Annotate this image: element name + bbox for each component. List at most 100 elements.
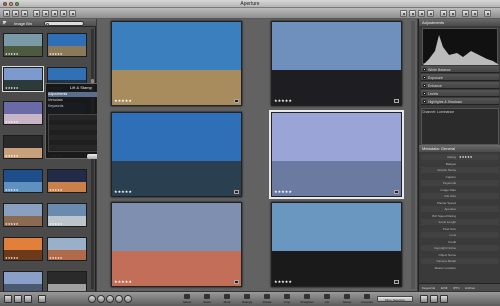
tool-label: Straighten (300, 300, 314, 304)
select-icon (184, 294, 190, 299)
stamp-button[interactable] (430, 295, 438, 303)
slideshow-icon[interactable] (69, 10, 76, 17)
inspector-tabs: Keywords EXIF IPTC Archive (419, 283, 500, 291)
view-mode-button[interactable] (38, 295, 46, 303)
adjust-icon[interactable] (418, 10, 425, 17)
thumbnail[interactable]: ★★★★★ (47, 203, 87, 227)
checkbox-icon[interactable] (423, 84, 426, 87)
tool-label: Mark (223, 300, 231, 304)
thumbnail-rating: ★★★★★ (5, 256, 19, 260)
settings-icon[interactable] (484, 10, 491, 17)
metadata-label: Keywords (442, 181, 456, 185)
image-rating: ★★★★★ (114, 279, 132, 284)
checkbox-icon[interactable] (423, 100, 426, 103)
thumbnail-rating: ★★★★★ (49, 188, 63, 192)
thumbnail[interactable]: ★★★★★ (3, 237, 43, 261)
adjustment-row[interactable]: Enhance (421, 82, 499, 89)
rotate-right-button[interactable] (124, 295, 132, 303)
web-gallery-icon[interactable] (51, 10, 58, 17)
mark-icon (224, 294, 230, 299)
adjustment-row[interactable]: White Balance (421, 66, 499, 73)
image-viewer: ★★★★★ ★★★★★ ★★★★★ ★★★★★ ★★★★★ ★★★★★ (97, 19, 417, 291)
thumbnail[interactable]: ★★★★★ (3, 101, 43, 125)
show-filmstrip-button[interactable] (14, 295, 22, 303)
tab-archive[interactable]: Archive (465, 286, 475, 290)
compare-button[interactable] (440, 295, 448, 303)
metadata-title: Metadata: General (422, 146, 456, 151)
image-tile-5[interactable]: ★★★★★ (111, 202, 242, 287)
tool-stamp[interactable]: Stamp (336, 294, 358, 305)
metadata-row: Object Name (421, 252, 499, 258)
adjustment-row[interactable]: Exposure (421, 74, 499, 81)
checkbox-icon[interactable] (423, 68, 426, 71)
tool-select[interactable]: Select (176, 294, 198, 305)
metadata-header: Metadata: General (419, 145, 500, 152)
thumbnail[interactable]: ★★★★★ (3, 169, 43, 193)
inspector-icon[interactable] (409, 10, 416, 17)
metadata-label: Aperture (444, 207, 456, 211)
new-folder-icon[interactable] (12, 10, 19, 17)
full-screen-icon[interactable] (449, 10, 456, 17)
tool-ratings[interactable]: Ratings (236, 294, 258, 305)
image-tile-6[interactable]: ★★★★★ (271, 202, 402, 287)
next-button[interactable] (97, 295, 105, 303)
metadata-row: Pixel Size (421, 226, 499, 232)
show-viewer-button[interactable] (24, 295, 32, 303)
import-icon[interactable] (33, 10, 40, 17)
checkbox-icon[interactable] (423, 92, 426, 95)
metadata-icon[interactable] (427, 10, 434, 17)
thumbnail[interactable]: ★★★★★ (2, 66, 44, 92)
rotate-left-button[interactable] (115, 295, 123, 303)
lift-button[interactable] (420, 295, 428, 303)
metadata-label: Badges (445, 161, 456, 166)
tool-compare[interactable]: Compare (356, 294, 378, 305)
library-scrollbar[interactable] (91, 29, 94, 289)
email-icon[interactable] (42, 10, 49, 17)
tool-straighten[interactable]: Straighten (296, 294, 318, 305)
adjustment-row[interactable]: Levels (421, 90, 499, 97)
tool-label: Stamp (342, 300, 352, 304)
viewer-scrollbar[interactable] (411, 21, 415, 289)
share-icon[interactable] (462, 10, 469, 17)
image-tile-1[interactable]: ★★★★★ (111, 21, 242, 106)
compare-icon (364, 294, 370, 299)
image-tile-2[interactable]: ★★★★★ (271, 21, 402, 106)
loupe-icon[interactable] (440, 10, 447, 17)
tab-iptc[interactable]: IPTC (453, 286, 460, 290)
tool-rotate[interactable]: Rotate (256, 294, 278, 305)
tool-stack[interactable]: Stack (196, 294, 218, 305)
tool-lift[interactable]: Lift (316, 294, 338, 305)
view-toggle-icon[interactable] (2, 20, 7, 25)
viewer-mode-icon[interactable] (400, 10, 407, 17)
thumbnail[interactable]: ★★★★★ (3, 135, 43, 159)
adjusted-badge-icon (234, 190, 239, 194)
magnifier-icon (46, 22, 49, 26)
checkbox-icon[interactable] (423, 76, 426, 79)
new-project-icon[interactable] (3, 10, 10, 17)
previous-button[interactable] (88, 295, 96, 303)
search-icon[interactable] (471, 10, 478, 17)
image-tile-3[interactable]: ★★★★★ (111, 112, 242, 197)
thumbnail-rating: ★★★★★ (5, 120, 19, 124)
tool-crop[interactable]: Crop (276, 294, 298, 305)
tab-keywords[interactable]: Keywords (422, 286, 435, 290)
straighten-icon (304, 294, 310, 299)
thumbnail[interactable]: ★★★★★ (47, 237, 87, 261)
show-library-button[interactable] (4, 295, 12, 303)
new-album-icon[interactable] (21, 10, 28, 17)
thumbnail[interactable]: ★★★★★ (47, 33, 87, 57)
tab-exif[interactable]: EXIF (441, 286, 448, 290)
more-selection-dropdown[interactable]: More Selection (377, 296, 413, 302)
thumbnail[interactable]: ★★★★★ (47, 169, 87, 193)
thumbnail[interactable]: ★★★★★ (3, 33, 43, 57)
book-icon[interactable] (60, 10, 67, 17)
thumbnail[interactable]: ★★★★★ (3, 203, 43, 227)
tool-mark[interactable]: Mark (216, 294, 238, 305)
thumbnail-rating: ★★★★★ (5, 188, 19, 192)
adjustment-row[interactable]: Highlights & Shadows (421, 98, 499, 105)
metadata-value[interactable]: ★★★★★ (459, 155, 499, 159)
library-search-input[interactable] (44, 20, 84, 26)
metadata-label: Version Name (437, 168, 456, 172)
image-tile-4[interactable]: ★★★★★ (269, 110, 404, 199)
play-button[interactable] (106, 295, 114, 303)
